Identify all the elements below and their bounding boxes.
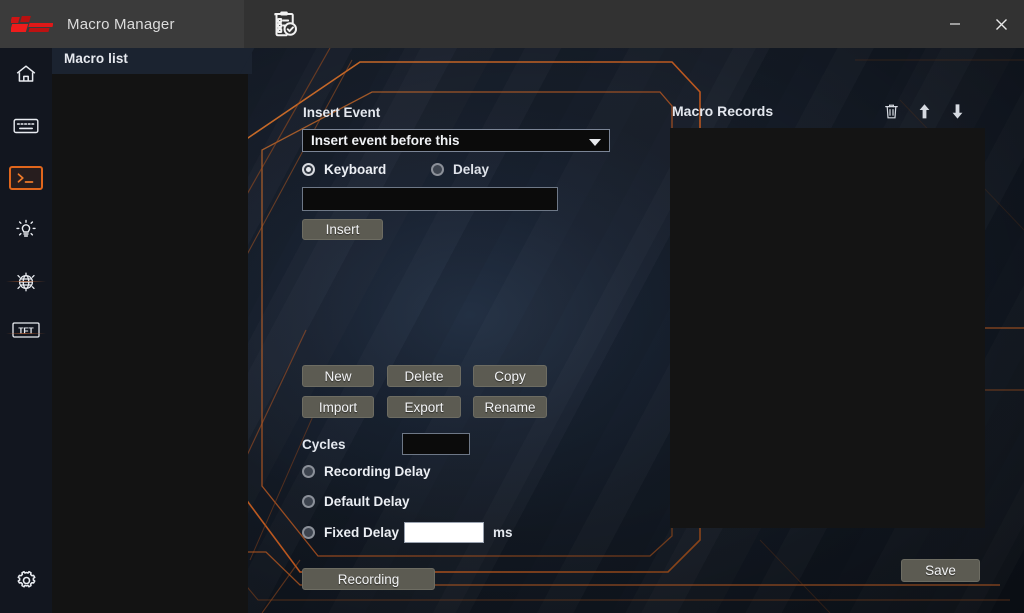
trash-icon[interactable] xyxy=(882,101,900,121)
insert-position-select[interactable]: Insert event before this xyxy=(302,129,610,152)
insert-button[interactable]: Insert xyxy=(302,219,383,240)
window-controls xyxy=(932,0,1024,48)
close-button[interactable] xyxy=(978,0,1024,48)
export-button[interactable]: Export xyxy=(387,396,461,418)
radio-delay[interactable]: Delay xyxy=(431,162,489,177)
radio-default-delay-indicator xyxy=(302,495,315,508)
keyboard-icon xyxy=(13,116,39,136)
clipboard-check-icon xyxy=(256,0,312,48)
sidebar-item-lighting[interactable] xyxy=(0,204,52,256)
radio-recording-delay-label: Recording Delay xyxy=(324,464,431,479)
radio-keyboard-label: Keyboard xyxy=(324,162,386,177)
home-icon xyxy=(14,62,38,86)
rename-button[interactable]: Rename xyxy=(473,396,547,418)
tft-icon: TFT xyxy=(11,320,41,340)
sidebar-item-tft[interactable]: TFT xyxy=(0,304,52,356)
import-button[interactable]: Import xyxy=(302,396,374,418)
globe-icon xyxy=(14,270,38,294)
cycles-label: Cycles xyxy=(302,437,346,452)
radio-keyboard[interactable]: Keyboard xyxy=(302,162,386,177)
title-bar: Macro Manager xyxy=(0,0,1024,48)
app-title: Macro Manager xyxy=(67,16,175,33)
macro-list-panel[interactable] xyxy=(52,74,248,613)
radio-fixed-delay[interactable]: Fixed Delay xyxy=(302,525,399,540)
fixed-delay-unit: ms xyxy=(493,525,513,540)
save-button[interactable]: Save xyxy=(901,559,980,582)
radio-recording-delay[interactable]: Recording Delay xyxy=(302,464,431,479)
delete-button[interactable]: Delete xyxy=(387,365,461,387)
macro-list-title: Macro list xyxy=(64,51,128,66)
sidebar-item-home[interactable] xyxy=(0,48,52,100)
sidebar-item-macro[interactable] xyxy=(0,152,52,204)
radio-fixed-delay-indicator xyxy=(302,526,315,539)
radio-keyboard-indicator xyxy=(302,163,315,176)
radio-fixed-delay-label: Fixed Delay xyxy=(324,525,399,540)
insert-event-label: Insert Event xyxy=(303,105,380,120)
sidebar-divider-2 xyxy=(6,333,46,334)
sidebar-item-keyboard[interactable] xyxy=(0,100,52,152)
event-input[interactable] xyxy=(302,187,558,211)
sidebar: TFT xyxy=(0,48,52,613)
arrow-up-icon[interactable] xyxy=(915,101,933,121)
macro-records-toolbar xyxy=(882,101,966,121)
macro-records-list[interactable] xyxy=(670,128,985,528)
cycles-input[interactable] xyxy=(402,433,470,455)
sidebar-item-network[interactable] xyxy=(0,256,52,308)
radio-recording-delay-indicator xyxy=(302,465,315,478)
macro-manager-window: Macro Manager xyxy=(0,0,1024,613)
lightbulb-icon xyxy=(14,218,38,242)
gear-icon xyxy=(14,568,39,593)
insert-position-value: Insert event before this xyxy=(311,133,460,148)
minimize-button[interactable] xyxy=(932,0,978,48)
recording-button[interactable]: Recording xyxy=(302,568,435,590)
radio-default-delay[interactable]: Default Delay xyxy=(302,494,410,509)
fixed-delay-input[interactable] xyxy=(404,522,484,543)
radio-default-delay-label: Default Delay xyxy=(324,494,410,509)
radio-delay-indicator xyxy=(431,163,444,176)
terminal-icon xyxy=(9,166,43,190)
brand-logo xyxy=(11,16,53,33)
radio-delay-label: Delay xyxy=(453,162,489,177)
sidebar-item-settings[interactable] xyxy=(0,554,52,606)
macro-records-title: Macro Records xyxy=(672,103,773,119)
copy-button[interactable]: Copy xyxy=(473,365,547,387)
chevron-down-icon xyxy=(589,139,601,146)
new-button[interactable]: New xyxy=(302,365,374,387)
title-bar-left: Macro Manager xyxy=(0,0,244,48)
arrow-down-icon[interactable] xyxy=(948,101,966,121)
sidebar-divider xyxy=(6,281,46,282)
